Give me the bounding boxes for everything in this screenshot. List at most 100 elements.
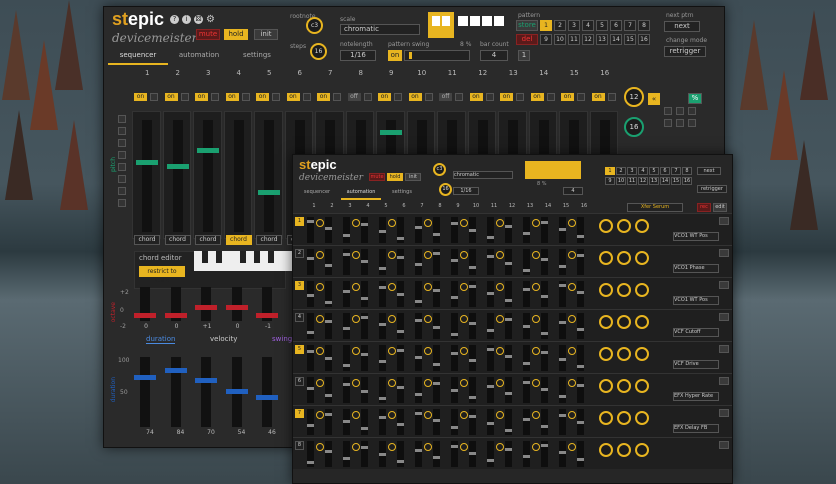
lane-7-slot-13[interactable] <box>523 409 530 435</box>
lane-4-curve-3[interactable] <box>352 315 360 323</box>
lane-2-curve-9[interactable] <box>460 251 468 259</box>
lane-2-handle-11[interactable] <box>487 255 494 258</box>
step-mode-3[interactable] <box>211 93 219 101</box>
lane-7-handle-2[interactable] <box>325 413 332 416</box>
lane-6-curve-1[interactable] <box>316 379 324 387</box>
step-mode-16[interactable] <box>607 93 616 101</box>
lane-5-slot-10[interactable] <box>469 345 476 371</box>
lane-8-handle-15[interactable] <box>559 451 566 454</box>
lane-4-curve-9[interactable] <box>460 315 468 323</box>
pitch-slider-3[interactable] <box>203 120 213 232</box>
duration-handle-4[interactable] <box>225 389 248 395</box>
pitch-slider-2[interactable] <box>172 120 183 232</box>
lane-5-target[interactable]: VCF Drive <box>673 360 719 369</box>
restrict-to-scale-button[interactable]: restrict to scale <box>139 266 185 284</box>
lane-3-curve-1[interactable] <box>316 283 324 291</box>
lane-7-handle-10[interactable] <box>469 415 476 418</box>
lane-3-handle-15[interactable] <box>559 284 566 287</box>
lane-4-slot-15[interactable] <box>559 313 566 339</box>
keyboard-widget[interactable] <box>194 251 304 271</box>
step-mode-14[interactable] <box>546 93 555 101</box>
lane-3-knob-b[interactable] <box>617 283 631 297</box>
lane-7-slot-8[interactable] <box>433 409 440 435</box>
lane-1-slot-4[interactable] <box>361 217 368 243</box>
lane-6-slot-1[interactable] <box>307 377 314 403</box>
lane-8-slot-2[interactable] <box>325 441 332 467</box>
lane-8-slot-7[interactable] <box>415 441 422 467</box>
lane-1-handle-4[interactable] <box>361 223 368 226</box>
right-knob-2[interactable]: 16 <box>624 117 644 137</box>
lane-1-slot-13[interactable] <box>523 217 530 243</box>
lane-5-knob-a[interactable] <box>599 347 613 361</box>
lane-7-curve-9[interactable] <box>460 411 468 419</box>
lane-1-curve-7[interactable] <box>424 219 432 227</box>
lane-5-curve-11[interactable] <box>496 347 504 355</box>
lane-8-curve-11[interactable] <box>496 443 504 451</box>
lane-1-handle-5[interactable] <box>379 230 386 233</box>
swing-on-toggle[interactable]: on <box>388 50 402 61</box>
lane-4-handle-1[interactable] <box>307 331 314 334</box>
lane-1-slot-12[interactable] <box>505 217 512 243</box>
lane-7-knob-a[interactable] <box>599 411 613 425</box>
lane-6-curve-15[interactable] <box>568 379 576 387</box>
lane-5-handle-2[interactable] <box>325 357 332 360</box>
lane-number-1[interactable]: 1 <box>295 217 304 226</box>
lane-1-knob-b[interactable] <box>617 219 631 233</box>
pitch-handle-2[interactable] <box>166 164 189 169</box>
lane-7-curve-15[interactable] <box>568 411 576 419</box>
lane-2-curve-13[interactable] <box>532 251 540 259</box>
pattern-slot-2-16[interactable]: 16 <box>682 177 692 185</box>
lane-8-handle-9[interactable] <box>451 445 458 448</box>
lane-3-handle-7[interactable] <box>415 300 422 303</box>
duration-slider-3[interactable] <box>201 357 211 427</box>
lane-7-curve-3[interactable] <box>352 411 360 419</box>
lane-4-handle-5[interactable] <box>379 323 386 326</box>
tab-sequencer-2[interactable]: sequencer <box>297 189 337 198</box>
lane-6-slot-16[interactable] <box>577 377 584 403</box>
pitch-handle-1[interactable] <box>136 160 158 165</box>
lane-2-curve-5[interactable] <box>388 251 396 259</box>
pitch-slider-1[interactable] <box>142 120 152 232</box>
lane-7-handle-4[interactable] <box>361 427 368 430</box>
lane-2-slot-1[interactable] <box>307 249 314 275</box>
pattern-slot-2-4[interactable]: 4 <box>638 167 648 175</box>
lane-2-handle-3[interactable] <box>343 253 350 256</box>
lane-6-handle-12[interactable] <box>505 392 512 395</box>
lane-4-slot-16[interactable] <box>577 313 584 339</box>
lane-5-slot-1[interactable] <box>307 345 314 371</box>
lane-3-handle-1[interactable] <box>307 294 314 297</box>
lane-8-slot-12[interactable] <box>505 441 512 467</box>
lane-2-curve-7[interactable] <box>424 251 432 259</box>
lane-6-curve-3[interactable] <box>352 379 360 387</box>
lane-2-curve-1[interactable] <box>316 251 324 259</box>
lane-5-handle-9[interactable] <box>451 352 458 355</box>
lane-1-handle-14[interactable] <box>541 221 548 224</box>
lane-8-slot-8[interactable] <box>433 441 440 467</box>
pattern-slot-2-3[interactable]: 3 <box>627 167 637 175</box>
lane-7-knob-c[interactable] <box>635 411 649 425</box>
lane-5-slot-4[interactable] <box>361 345 368 371</box>
lane-7-slot-4[interactable] <box>361 409 368 435</box>
lane-7-curve-11[interactable] <box>496 411 504 419</box>
lane-number-7[interactable]: 7 <box>295 409 304 418</box>
lane-5-handle-14[interactable] <box>541 351 548 354</box>
octave-handle-5[interactable] <box>256 313 278 318</box>
lane-1-handle-1[interactable] <box>307 220 314 223</box>
lane-3-slot-8[interactable] <box>433 281 440 307</box>
lane-8-handle-6[interactable] <box>397 460 404 463</box>
lane-4-slot-11[interactable] <box>487 313 494 339</box>
duration-slider-1[interactable] <box>140 357 150 427</box>
pattern-slot-3[interactable]: 3 <box>568 20 580 31</box>
lane-3-curve-9[interactable] <box>460 283 468 291</box>
octave-handle-3[interactable] <box>195 305 217 310</box>
lane-2-handle-13[interactable] <box>523 269 530 272</box>
lane-4-curve-13[interactable] <box>532 315 540 323</box>
lane-7-slot-9[interactable] <box>451 409 458 435</box>
lane-8-handle-12[interactable] <box>505 448 512 451</box>
lane-6-slot-2[interactable] <box>325 377 332 403</box>
init-button-2[interactable]: init <box>405 173 421 181</box>
lane-8-knob-b[interactable] <box>617 443 631 457</box>
lane-6-handle-16[interactable] <box>577 384 584 387</box>
step-toggle-1[interactable]: on <box>134 93 147 101</box>
lane-3-curve-13[interactable] <box>532 283 540 291</box>
